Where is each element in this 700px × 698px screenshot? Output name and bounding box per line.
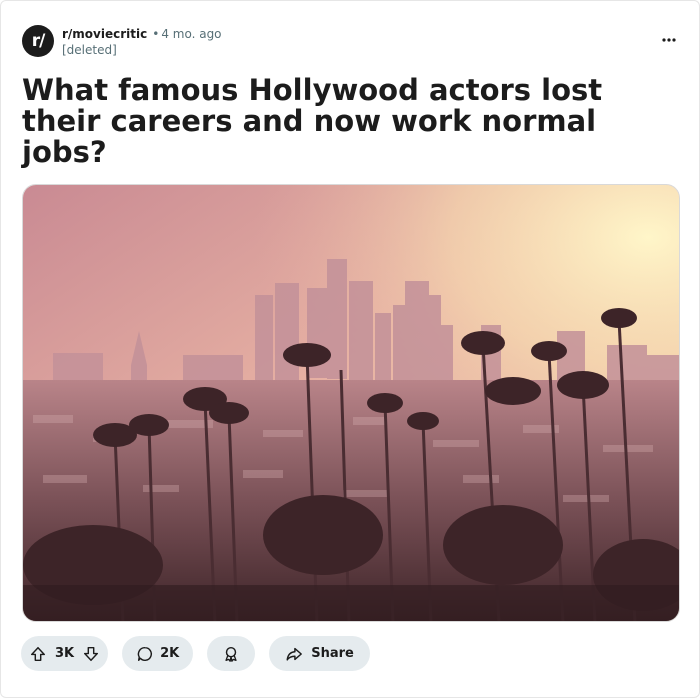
speech-bubble-icon (137, 646, 153, 661)
post-image[interactable] (22, 184, 680, 622)
award-button[interactable] (207, 636, 256, 671)
ellipsis-icon (662, 38, 676, 42)
share-label: Share (311, 646, 354, 661)
share-arrow-icon (286, 647, 303, 661)
post-title[interactable]: What famous Hollywood actors lost their … (22, 75, 672, 168)
more-options-button[interactable] (658, 29, 680, 51)
post-header: r/ r/moviecritic • 4 mo. ago [deleted] (22, 25, 682, 59)
post-age: 4 mo. ago (161, 27, 222, 41)
action-bar: 3K 2K Share (21, 636, 370, 672)
arrow-up-icon (30, 646, 46, 661)
vote-control: 3K (21, 636, 109, 671)
meta-separator: • (152, 27, 160, 41)
post-meta: r/moviecritic • 4 mo. ago [deleted] (62, 27, 222, 58)
comment-count: 2K (160, 646, 180, 661)
los-angeles-skyline-photo (23, 185, 679, 621)
vote-score: 3K (55, 646, 75, 661)
upvote-button[interactable] (29, 645, 47, 663)
post-card: r/ r/moviecritic • 4 mo. ago [deleted] W… (0, 0, 700, 698)
share-button[interactable]: Share (269, 636, 370, 671)
arrow-down-icon (84, 646, 99, 661)
subreddit-link[interactable]: r/moviecritic (62, 27, 147, 42)
subreddit-avatar[interactable]: r/ (22, 25, 54, 57)
post-author: [deleted] (62, 43, 117, 57)
comments-button[interactable]: 2K (122, 636, 194, 671)
award-ribbon-icon (225, 646, 237, 662)
downvote-button[interactable] (82, 645, 100, 663)
